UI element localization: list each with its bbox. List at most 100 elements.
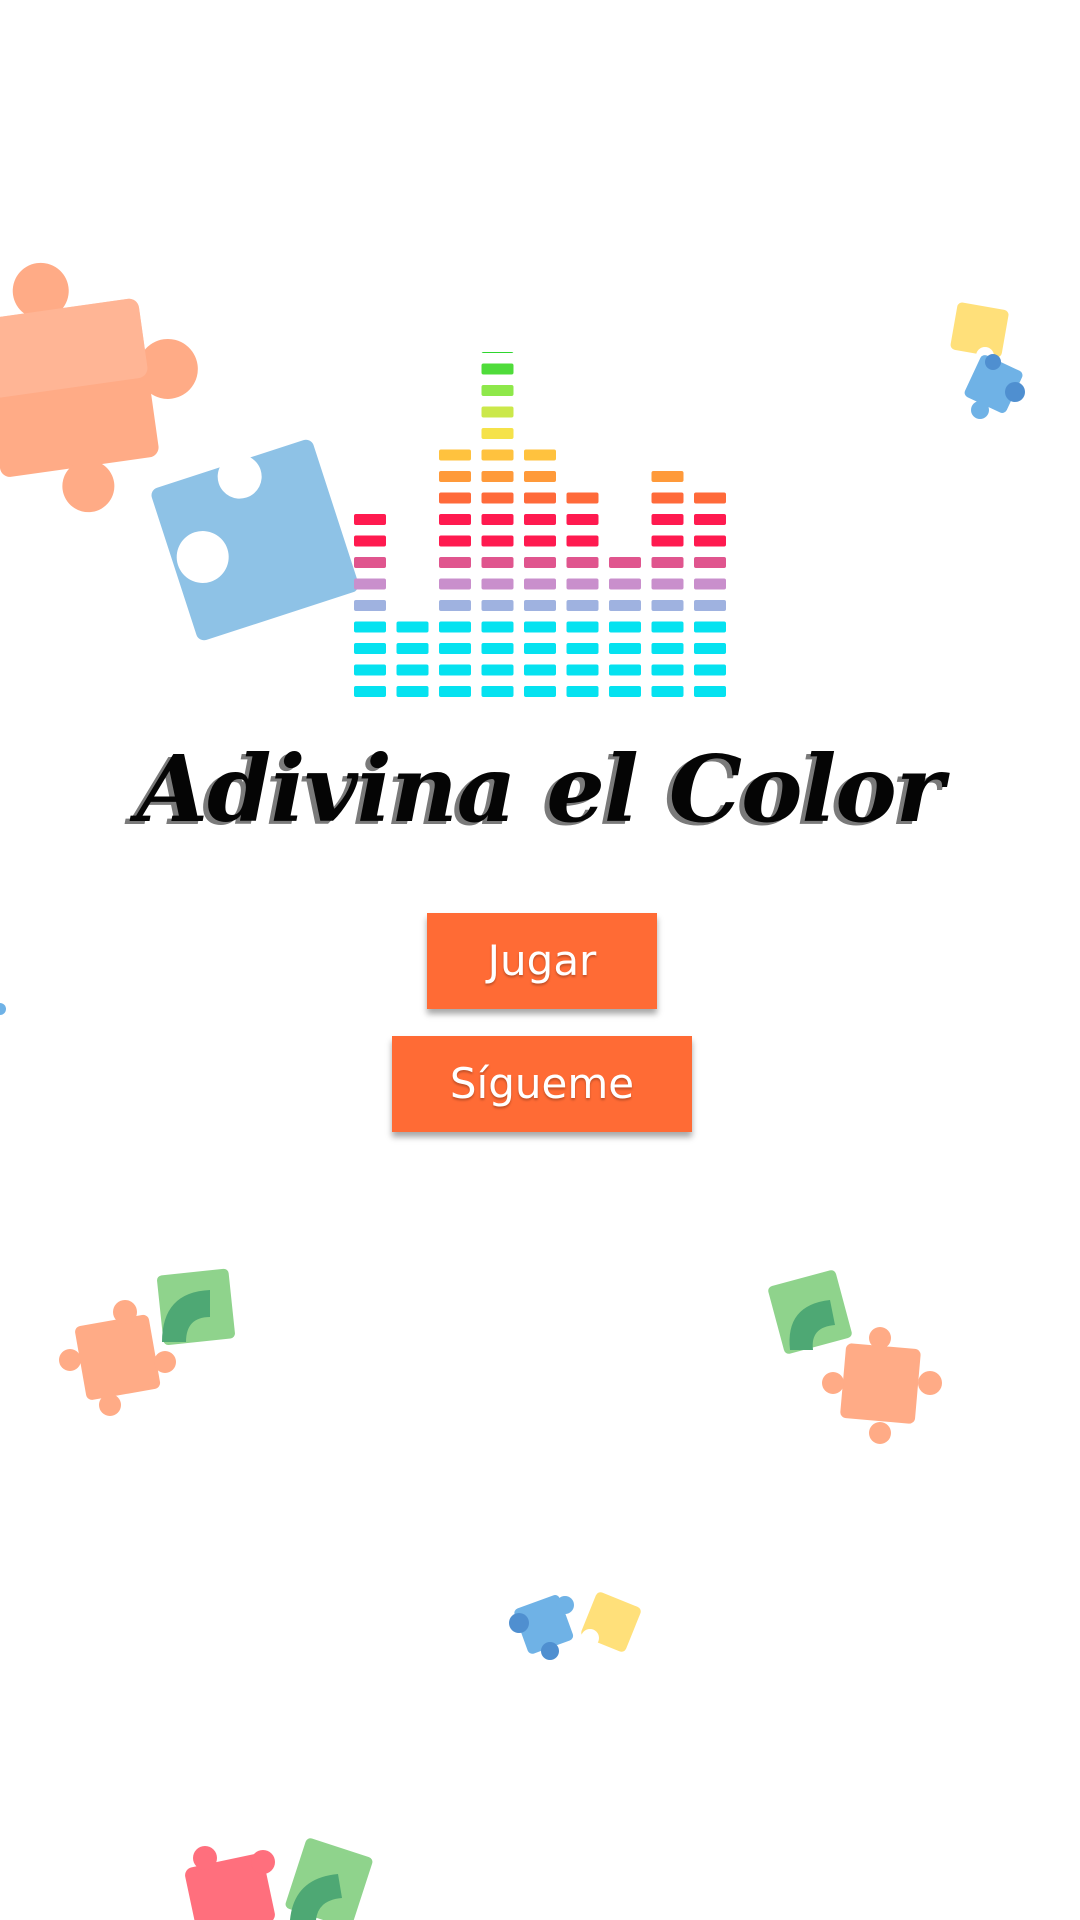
equalizer-segment <box>439 449 471 461</box>
equalizer-segment <box>524 600 556 611</box>
equalizer-segment <box>481 578 514 590</box>
equalizer-segment <box>694 492 726 504</box>
equalizer-segment <box>609 621 641 633</box>
equalizer-segment <box>694 664 726 676</box>
equalizer-segment <box>439 578 471 590</box>
equalizer-segment <box>609 643 641 654</box>
equalizer-segment <box>439 492 471 504</box>
equalizer-segment <box>694 621 726 633</box>
equalizer-segment <box>566 643 599 654</box>
equalizer-segment <box>354 600 386 611</box>
equalizer-segment <box>609 686 641 697</box>
equalizer-segment <box>396 664 429 676</box>
equalizer-segment <box>439 686 471 697</box>
equalizer-segment <box>694 557 726 568</box>
equalizer-segment <box>524 557 556 568</box>
equalizer-segment <box>354 557 386 568</box>
equalizer-segment <box>609 664 641 676</box>
equalizer-segment <box>694 643 726 654</box>
equalizer-segment <box>354 535 386 547</box>
equalizer-segment <box>354 686 386 697</box>
equalizer-segment <box>481 514 514 525</box>
equalizer-segment <box>354 643 386 654</box>
equalizer-segment <box>651 492 684 504</box>
equalizer-segment <box>481 686 514 697</box>
puzzle-piece-icon <box>285 1838 373 1920</box>
equalizer-segment <box>651 578 684 590</box>
equalizer-segment <box>481 385 514 396</box>
equalizer-segment <box>524 535 556 547</box>
equalizer-segment <box>651 643 684 654</box>
equalizer-segment <box>481 600 514 611</box>
equalizer-segment <box>651 600 684 611</box>
equalizer-segment <box>439 621 471 633</box>
equalizer-segment <box>481 363 514 375</box>
game-start-screen: Adivina el Color Jugar Sígueme <box>0 0 1080 1920</box>
equalizer-segment <box>354 514 386 525</box>
equalizer-segment <box>651 471 684 482</box>
puzzle-piece-icon <box>0 1003 6 1015</box>
equalizer-segment <box>439 643 471 654</box>
equalizer-segment <box>396 686 429 697</box>
equalizer-segment <box>651 664 684 676</box>
equalizer-segment <box>566 664 599 676</box>
equalizer-segment <box>354 621 386 633</box>
equalizer-segment <box>609 578 641 590</box>
equalizer-segment <box>524 514 556 525</box>
equalizer-segment <box>566 514 599 525</box>
equalizer-segment <box>481 428 514 439</box>
equalizer-segment <box>651 514 684 525</box>
equalizer-segment <box>481 406 514 418</box>
equalizer-segment <box>481 471 514 482</box>
puzzle-piece-icon <box>964 354 1025 419</box>
equalizer-segment <box>354 578 386 590</box>
equalizer-segment <box>524 578 556 590</box>
equalizer-segment <box>651 557 684 568</box>
equalizer-segment <box>481 449 514 461</box>
equalizer-segment <box>694 578 726 590</box>
equalizer-segment <box>566 492 599 504</box>
equalizer-segment <box>439 514 471 525</box>
equalizer-segment <box>694 600 726 611</box>
equalizer-segment <box>524 686 556 697</box>
equalizer-segment <box>439 535 471 547</box>
equalizer-segment <box>524 449 556 461</box>
equalizer-segment <box>524 643 556 654</box>
equalizer-segment <box>524 664 556 676</box>
equalizer-segment <box>566 535 599 547</box>
puzzle-piece-icon <box>151 439 359 641</box>
equalizer-segment <box>481 492 514 504</box>
equalizer-segment <box>609 600 641 611</box>
game-title: Adivina el Color <box>136 735 944 843</box>
equalizer-segment <box>481 557 514 568</box>
equalizer-segment <box>566 686 599 697</box>
equalizer-segment <box>566 557 599 568</box>
equalizer-segment <box>566 578 599 590</box>
equalizer-segment <box>481 643 514 654</box>
equalizer-segment <box>481 535 514 547</box>
equalizer-segment <box>694 535 726 547</box>
puzzle-piece-icon <box>581 1592 641 1652</box>
puzzle-piece-icon <box>185 1846 275 1920</box>
equalizer-segment <box>439 664 471 676</box>
puzzle-piece-icon <box>822 1327 942 1444</box>
equalizer-segment <box>609 557 641 568</box>
equalizer-segment <box>354 664 386 676</box>
puzzle-piece-icon <box>157 1268 235 1345</box>
equalizer-segment <box>524 471 556 482</box>
equalizer-segment <box>396 643 429 654</box>
play-button[interactable]: Jugar <box>427 913 657 1009</box>
equalizer-bars-icon <box>354 352 726 697</box>
equalizer-segment <box>439 557 471 568</box>
follow-me-button[interactable]: Sígueme <box>392 1036 692 1132</box>
equalizer-segment <box>651 686 684 697</box>
puzzle-piece-icon <box>509 1595 574 1660</box>
equalizer-segment <box>524 621 556 633</box>
equalizer-segment <box>694 686 726 697</box>
equalizer-segment <box>396 621 429 633</box>
equalizer-segment <box>439 600 471 611</box>
equalizer-segment <box>439 471 471 482</box>
equalizer-segment <box>566 621 599 633</box>
equalizer-segment <box>566 600 599 611</box>
equalizer-segment <box>481 664 514 676</box>
